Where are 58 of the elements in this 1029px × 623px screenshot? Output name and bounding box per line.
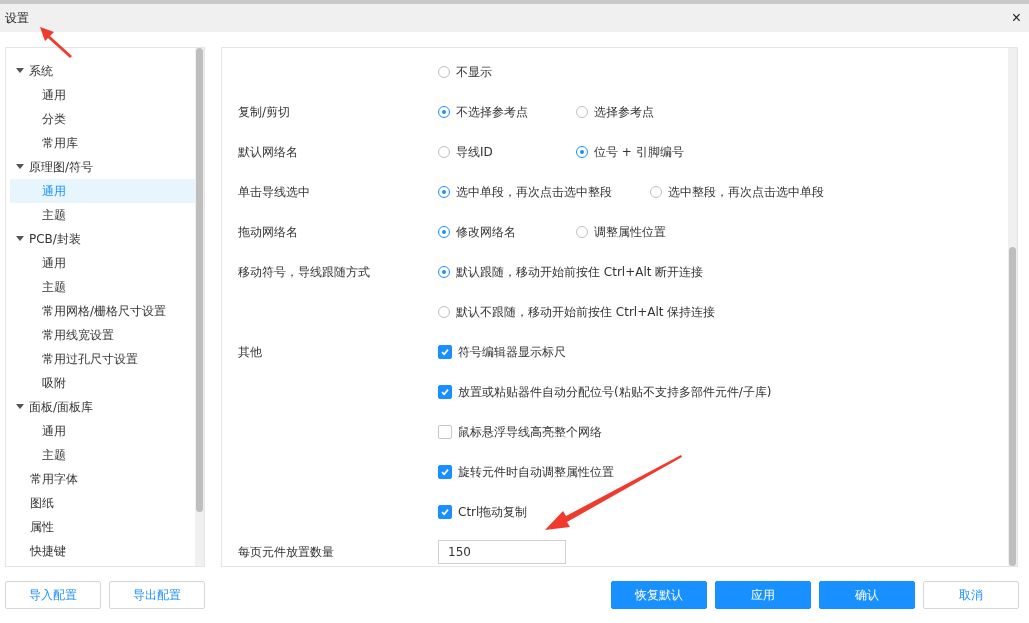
scrollbar-thumb[interactable] (1009, 247, 1016, 566)
checkbox[interactable] (438, 425, 452, 439)
tree-item[interactable]: 常用库 (10, 131, 195, 155)
tree-item[interactable]: 图纸 (10, 491, 195, 515)
tree-item[interactable]: 通用 (10, 251, 195, 275)
setting-label: 默认网络名 (238, 143, 298, 161)
setting-label: 复制/剪切 (238, 103, 291, 121)
radio-option[interactable]: 选择参考点 (576, 92, 676, 132)
tree-item[interactable]: 分类 (10, 107, 195, 131)
radio-option[interactable]: 选中单段，再次点击选中整段 (438, 172, 612, 212)
setting-label: 拖动网络名 (238, 223, 298, 241)
checkbox[interactable] (438, 385, 452, 399)
tree-item[interactable]: PCB/封装 (10, 227, 195, 251)
tree-item[interactable]: 主题 (10, 443, 195, 467)
expanded-caret-icon[interactable] (16, 404, 24, 410)
radio-option[interactable]: 修改网络名 (438, 212, 538, 252)
expanded-caret-icon[interactable] (16, 164, 24, 170)
checkbox-option[interactable]: 符号编辑器显示标尺 (438, 332, 772, 372)
window-title: 设置 (5, 9, 29, 27)
tree-item[interactable]: 吸附 (10, 371, 195, 395)
setting-label: 每页元件放置数量 (238, 543, 334, 561)
scrollbar-thumb[interactable] (196, 48, 203, 512)
radio-option[interactable]: 不显示 (438, 52, 538, 92)
expanded-caret-icon[interactable] (16, 68, 24, 74)
tree-item[interactable]: 主题 (10, 275, 195, 299)
radio-option[interactable]: 导线ID (438, 132, 538, 172)
checkbox[interactable] (438, 465, 452, 479)
checkbox[interactable] (438, 345, 452, 359)
checkbox-option[interactable]: 放置或粘贴器件自动分配位号(粘贴不支持多部件元件/子库) (438, 372, 772, 412)
number-input-field[interactable]: 150 (438, 540, 566, 564)
checkbox-option[interactable]: 鼠标悬浮导线高亮整个网络 (438, 412, 772, 452)
setting-label: 单击导线选中 (238, 183, 310, 201)
checkbox-option[interactable]: 旋转元件时自动调整属性位置 (438, 452, 772, 492)
tree-item[interactable]: 主题 (10, 203, 195, 227)
radio-option[interactable]: 位号 + 引脚编号 (576, 132, 684, 172)
radio-option[interactable]: 选中整段，再次点击选中单段 (650, 172, 824, 212)
tree-item[interactable]: 面板/面板库 (10, 395, 195, 419)
setting-label: 其他 (238, 343, 262, 361)
tree-item[interactable]: 常用字体 (10, 467, 195, 491)
tree-item[interactable]: 快捷键 (10, 539, 195, 563)
tree-item[interactable]: 系统 (10, 59, 195, 83)
radio-option[interactable]: 默认不跟随，移动开始前按住 Ctrl+Alt 保持连接 (438, 292, 716, 332)
radio-option[interactable]: 不选择参考点 (438, 92, 538, 132)
annotation-arrow (40, 27, 72, 58)
tree-item[interactable]: 常用过孔尺寸设置 (10, 347, 195, 371)
tree-item[interactable]: 通用 (10, 419, 195, 443)
setting-label: 移动符号，导线跟随方式 (238, 263, 370, 281)
tree-item[interactable]: 常用网格/栅格尺寸设置 (10, 299, 195, 323)
tree-item[interactable]: 原理图/符号 (10, 155, 195, 179)
tree-item[interactable]: 属性 (10, 515, 195, 539)
tree-item[interactable]: 常用线宽设置 (10, 323, 195, 347)
radio-option[interactable]: 调整属性位置 (576, 212, 676, 252)
checkbox[interactable] (438, 505, 452, 519)
tree-item[interactable]: 通用 (10, 83, 195, 107)
radio-option[interactable]: 默认跟随，移动开始前按住 Ctrl+Alt 断开连接 (438, 252, 716, 292)
close-button[interactable]: × (1011, 9, 1021, 27)
checkbox-option[interactable]: Ctrl拖动复制 (438, 492, 772, 532)
expanded-caret-icon[interactable] (16, 236, 24, 242)
